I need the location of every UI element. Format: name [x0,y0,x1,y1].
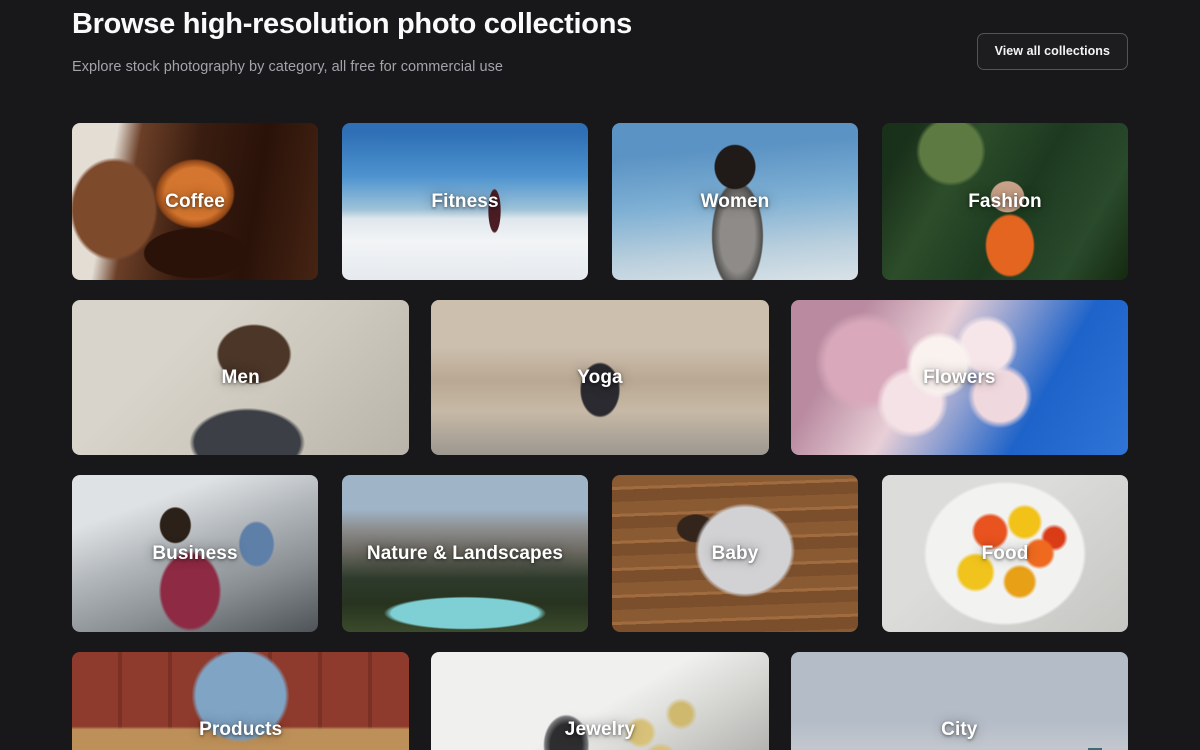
collections-row: Men Yoga Flowers [72,300,1128,455]
collection-card-label: Women [612,191,858,213]
collection-card[interactable]: Business [72,475,318,632]
collection-card-label: Business [72,543,318,565]
page-header: Browse high-resolution photo collections… [72,0,1128,77]
collection-card-label: Nature & Landscapes [342,543,588,565]
collection-card[interactable]: Women [612,123,858,280]
collection-card-label: Flowers [791,367,1128,389]
collections-grid: Coffee Fitness Women Fashion Men Yoga Flowers B… [72,123,1128,750]
view-all-collections-button[interactable]: View all collections [977,33,1128,70]
collection-card[interactable]: Food [882,475,1128,632]
collection-card[interactable]: Men [72,300,409,455]
collection-card[interactable]: Fashion [882,123,1128,280]
collection-card-label: Products [72,719,409,741]
collection-card[interactable]: Flowers [791,300,1128,455]
collection-card-label: Baby [612,543,858,565]
collection-card-label: Fitness [342,191,588,213]
collections-row: Coffee Fitness Women Fashion [72,123,1128,280]
collection-card-label: Food [882,543,1128,565]
collection-card[interactable]: Baby [612,475,858,632]
collection-card[interactable]: Yoga [431,300,768,455]
collection-card-label: City [791,719,1128,741]
collection-card[interactable]: Fitness [342,123,588,280]
collection-card[interactable]: City [791,652,1128,750]
collection-card-label: Yoga [431,367,768,389]
collection-card[interactable]: Jewelry [431,652,768,750]
page-subtitle: Explore stock photography by category, a… [72,57,1128,77]
page-title: Browse high-resolution photo collections [72,0,1128,44]
collections-row: Products Jewelry City [72,652,1128,750]
collection-card[interactable]: Nature & Landscapes [342,475,588,632]
collections-page: Browse high-resolution photo collections… [0,0,1200,750]
collection-card[interactable]: Coffee [72,123,318,280]
collection-card[interactable]: Products [72,652,409,750]
collections-row: Business Nature & Landscapes Baby Food [72,475,1128,632]
collection-card-label: Men [72,367,409,389]
collection-card-label: Coffee [72,191,318,213]
collection-card-label: Fashion [882,191,1128,213]
collection-card-label: Jewelry [431,719,768,741]
